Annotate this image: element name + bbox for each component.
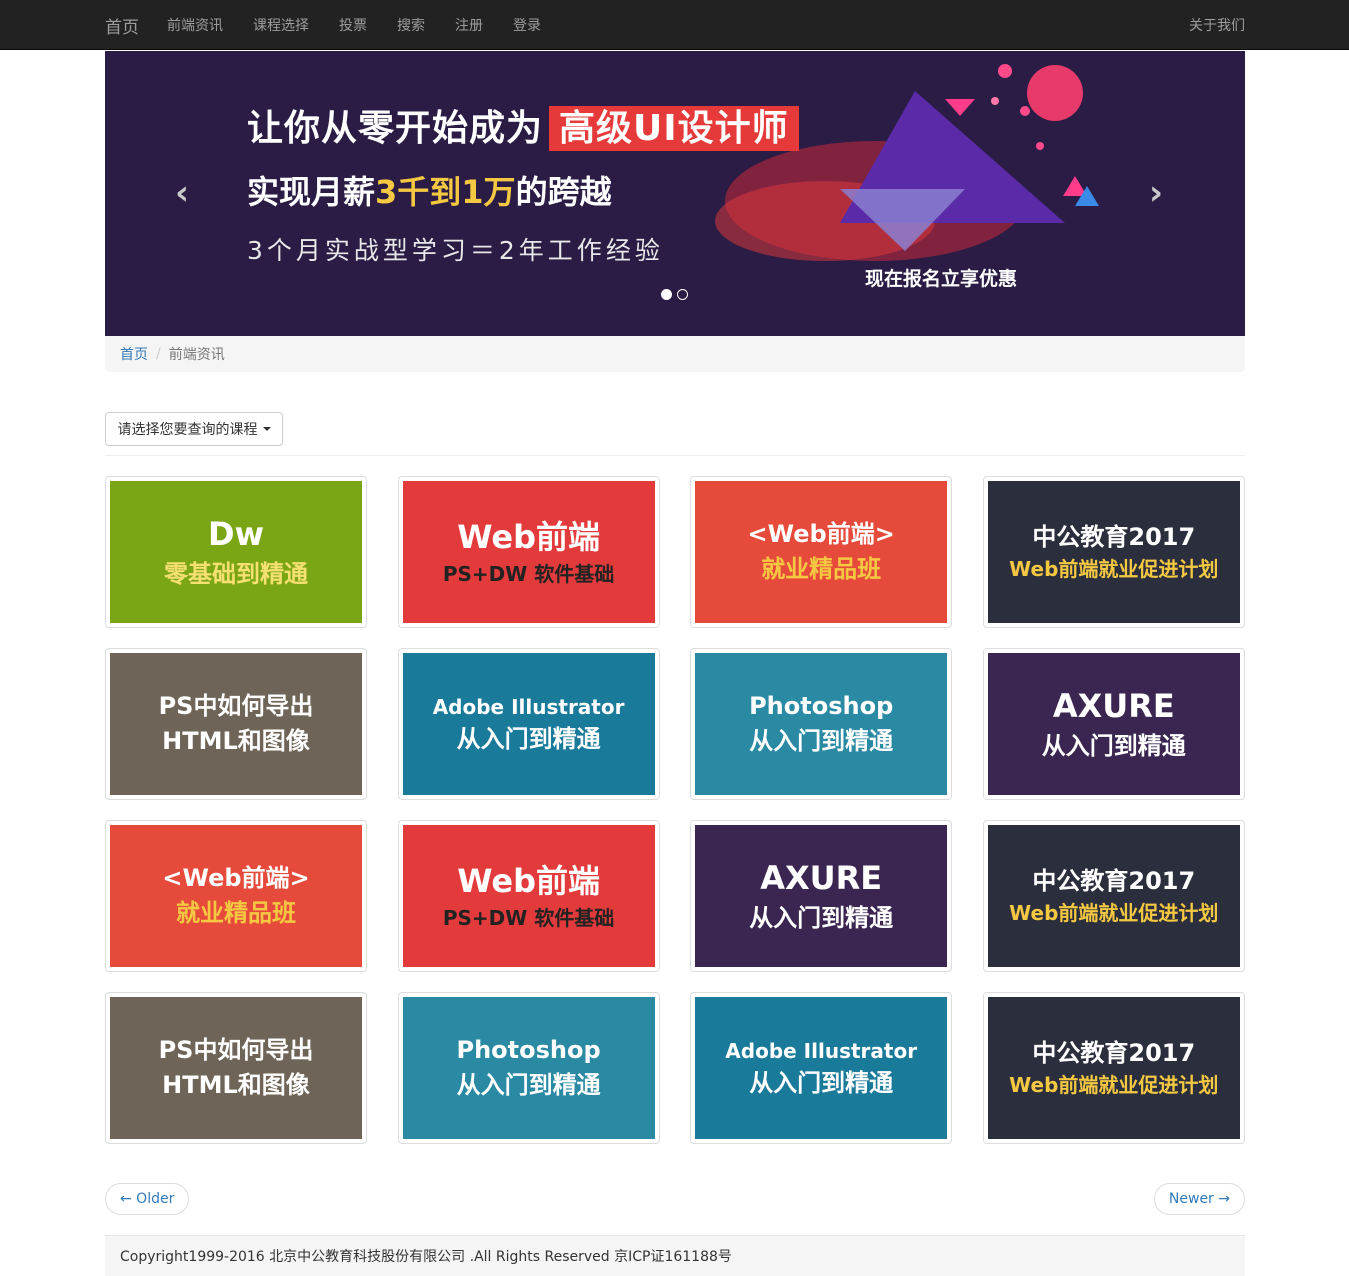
caret-down-icon <box>262 427 271 431</box>
course-subtitle: 从入门到精通 <box>1041 731 1186 760</box>
breadcrumb-current: 前端资讯 <box>168 347 225 363</box>
course-subtitle: PS+DW 软件基础 <box>442 906 615 931</box>
course-title: <Web前端> <box>747 520 895 549</box>
course-image: Photoshop 从入门到精通 <box>402 997 655 1139</box>
course-subtitle: HTML和图像 <box>162 727 310 755</box>
course-subtitle: 从入门到精通 <box>749 1068 894 1097</box>
course-image: 中公教育2017 Web前端就业促进计划 <box>987 825 1240 967</box>
course-title: AXURE <box>1052 687 1175 726</box>
carousel-cta[interactable]: 现在报名立享优惠 <box>865 264 1017 291</box>
course-image: AXURE 从入门到精通 <box>695 825 948 967</box>
course-grid: Dw 零基础到精通 Web前端 PS+DW 软件基础 <Web前端> 就业精品班 中公教育2… <box>105 476 1245 1144</box>
course-title: 中公教育2017 <box>1032 866 1196 895</box>
course-title: 中公教育2017 <box>1032 522 1196 551</box>
course-title: Photoshop <box>456 1036 601 1065</box>
course-image: Adobe Illustrator 从入门到精通 <box>402 653 655 795</box>
course-image: 中公教育2017 Web前端就业促进计划 <box>987 481 1240 623</box>
nav-brand-home[interactable]: 首页 <box>105 13 139 38</box>
breadcrumb-separator: / <box>156 346 161 362</box>
course-thumbnail[interactable]: <Web前端> 就业精品班 <box>105 820 367 972</box>
nav-item-login[interactable]: 登录 <box>513 15 541 35</box>
course-image: <Web前端> 就业精品班 <box>695 481 948 623</box>
course-thumbnail[interactable]: Dw 零基础到精通 <box>105 476 367 628</box>
course-image: Adobe Illustrator 从入门到精通 <box>695 997 948 1139</box>
carousel-headline: 让你从零开始成为 高级UI设计师 <box>247 99 799 151</box>
course-title: Web前端 <box>457 517 600 556</box>
carousel-indicator-1[interactable] <box>661 289 672 300</box>
nav-item-search[interactable]: 搜索 <box>397 15 425 35</box>
course-thumbnail[interactable]: Adobe Illustrator 从入门到精通 <box>690 992 953 1144</box>
course-title: Dw <box>207 515 265 554</box>
course-thumbnail[interactable]: Photoshop 从入门到精通 <box>690 648 953 800</box>
newer-button[interactable]: Newer → <box>1153 1183 1245 1215</box>
course-thumbnail[interactable]: 中公教育2017 Web前端就业促进计划 <box>982 820 1245 972</box>
footer-copyright: Copyright1999-2016 北京中公教育科技股份有限公司 .All R… <box>120 1249 732 1265</box>
footer: Copyright1999-2016 北京中公教育科技股份有限公司 .All R… <box>105 1235 1245 1276</box>
course-subtitle: PS+DW 软件基础 <box>442 562 615 587</box>
course-image: Dw 零基础到精通 <box>110 481 362 623</box>
nav-item-news[interactable]: 前端资讯 <box>167 15 223 35</box>
course-title: Adobe Illustrator <box>432 694 625 719</box>
course-title: 中公教育2017 <box>1032 1038 1196 1067</box>
course-thumbnail[interactable]: Adobe Illustrator 从入门到精通 <box>397 648 660 800</box>
course-title: Web前端 <box>457 861 600 900</box>
course-subtitle: Web前端就业促进计划 <box>1009 901 1219 926</box>
course-image: Photoshop 从入门到精通 <box>695 653 948 795</box>
course-subtitle: Web前端就业促进计划 <box>1009 1073 1219 1098</box>
carousel-highlight: 高级UI设计师 <box>549 106 799 151</box>
carousel-indicator-2[interactable] <box>677 289 688 300</box>
course-subtitle: 就业精品班 <box>176 899 296 927</box>
course-thumbnail[interactable]: AXURE 从入门到精通 <box>690 820 953 972</box>
course-image: 中公教育2017 Web前端就业促进计划 <box>987 997 1240 1139</box>
course-image: PS中如何导出 HTML和图像 <box>110 997 362 1139</box>
hero-carousel[interactable]: 让你从零开始成为 高级UI设计师 实现月薪3千到1万的跨越 3个月实战型学习＝2年… <box>105 51 1245 336</box>
course-image: AXURE 从入门到精通 <box>987 653 1240 795</box>
nav-item-about[interactable]: 关于我们 <box>1189 0 1245 50</box>
course-title: Adobe Illustrator <box>725 1038 918 1063</box>
course-title: Photoshop <box>749 692 894 721</box>
course-subtitle: 零基础到精通 <box>164 559 308 588</box>
course-title: AXURE <box>760 859 883 898</box>
course-subtitle: 从入门到精通 <box>456 724 601 753</box>
course-thumbnail[interactable]: 中公教育2017 Web前端就业促进计划 <box>982 476 1245 628</box>
course-title: PS中如何导出 <box>158 1036 314 1065</box>
course-thumbnail[interactable]: PS中如何导出 HTML和图像 <box>105 648 367 800</box>
course-subtitle: HTML和图像 <box>162 1071 310 1099</box>
nav-item-register[interactable]: 注册 <box>455 15 483 35</box>
dropdown-label: 请选择您要查询的课程 <box>117 422 258 438</box>
course-thumbnail[interactable]: <Web前端> 就业精品班 <box>690 476 953 628</box>
course-thumbnail[interactable]: Web前端 PS+DW 软件基础 <box>397 476 660 628</box>
older-button[interactable]: ← Older <box>105 1183 190 1215</box>
carousel-prev-arrow-icon[interactable]: ‹ <box>175 173 189 213</box>
course-image: Web前端 PS+DW 软件基础 <box>402 825 655 967</box>
course-thumbnail[interactable]: 中公教育2017 Web前端就业促进计划 <box>982 992 1245 1144</box>
course-image: PS中如何导出 HTML和图像 <box>110 653 362 795</box>
course-title: <Web前端> <box>162 864 310 893</box>
nav-item-courses[interactable]: 课程选择 <box>253 15 309 35</box>
course-image: <Web前端> 就业精品班 <box>110 825 362 967</box>
carousel-subheadline: 实现月薪3千到1万的跨越 <box>247 173 612 211</box>
course-subtitle: 从入门到精通 <box>456 1071 601 1099</box>
nav-links: 首页 前端资讯 课程选择 投票 搜索 注册 登录 <box>105 0 571 50</box>
course-subtitle: 就业精品班 <box>761 555 882 583</box>
course-thumbnail[interactable]: Web前端 PS+DW 软件基础 <box>397 820 660 972</box>
course-subtitle: Web前端就业促进计划 <box>1009 557 1219 582</box>
carousel-next-arrow-icon[interactable]: › <box>1149 173 1163 213</box>
divider <box>105 455 1245 456</box>
top-navbar: 首页 前端资讯 课程选择 投票 搜索 注册 登录 关于我们 <box>0 0 1349 50</box>
nav-item-vote[interactable]: 投票 <box>339 15 367 35</box>
course-thumbnail[interactable]: PS中如何导出 HTML和图像 <box>105 992 367 1144</box>
course-image: Web前端 PS+DW 软件基础 <box>402 481 655 623</box>
course-title: PS中如何导出 <box>158 692 314 721</box>
course-select-dropdown[interactable]: 请选择您要查询的课程 <box>105 412 283 446</box>
course-thumbnail[interactable]: AXURE 从入门到精通 <box>982 648 1245 800</box>
course-subtitle: 从入门到精通 <box>749 903 894 932</box>
carousel-tagline: 3个月实战型学习＝2年工作经验 <box>247 236 664 265</box>
breadcrumb: 首页 / 前端资讯 <box>105 336 1245 372</box>
breadcrumb-home-link[interactable]: 首页 <box>120 344 148 364</box>
course-subtitle: 从入门到精通 <box>749 727 894 755</box>
carousel-indicators <box>661 289 688 300</box>
course-thumbnail[interactable]: Photoshop 从入门到精通 <box>397 992 660 1144</box>
